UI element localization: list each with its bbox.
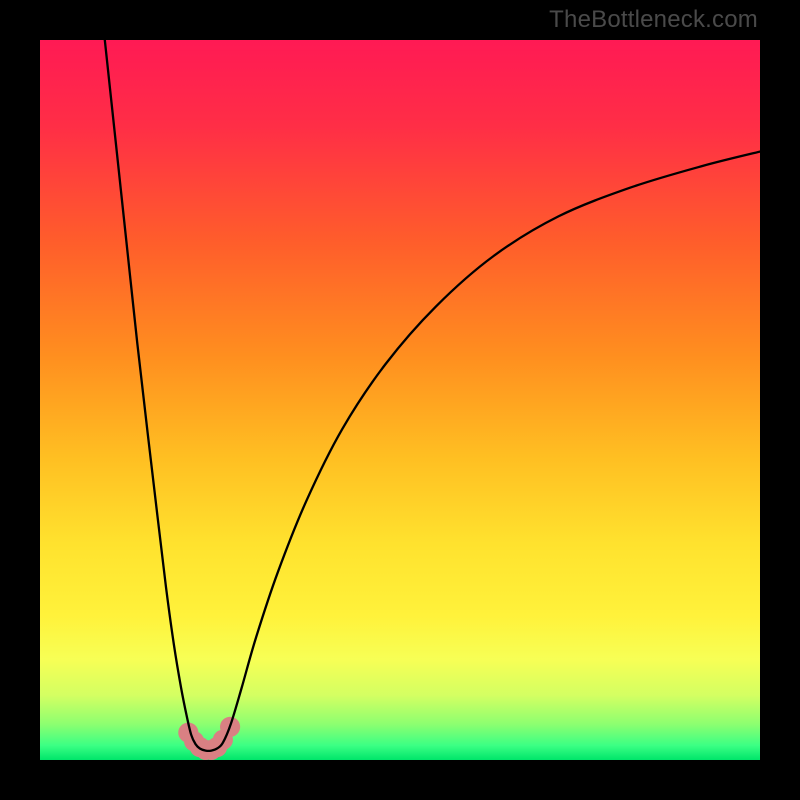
- bottleneck-curve: [40, 40, 760, 760]
- chart-frame: TheBottleneck.com: [0, 0, 800, 800]
- watermark-text: TheBottleneck.com: [549, 6, 758, 34]
- curve-path: [105, 40, 760, 751]
- plot-area: [40, 40, 760, 760]
